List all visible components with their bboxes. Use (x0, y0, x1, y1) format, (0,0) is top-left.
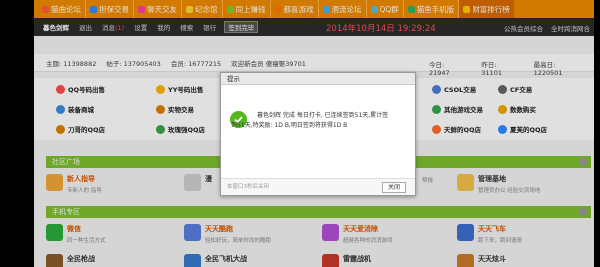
dialog-countdown: 本窗口3秒后关闭 (227, 184, 269, 190)
dialog-message-line2: 到51天,特奖励: 1D B,明日签到将获得1D B (231, 122, 348, 129)
dialog-footer: 本窗口3秒后关闭 关闭 (221, 178, 415, 195)
dialog-message-line1: 暮色剑辉 完成 每日打卡, 已连续签到51天,累计签 (257, 112, 389, 119)
checkin-dialog: 提示 暮色剑辉 完成 每日打卡, 已连续签到51天,累计签 到51天,特奖励: … (220, 72, 416, 196)
dialog-message: 暮色剑辉 完成 每日打卡, 已连续签到51天,累计签 到51天,特奖励: 1D … (231, 111, 407, 131)
close-button[interactable]: 关闭 (382, 182, 406, 193)
dialog-title: 提示 (221, 73, 415, 85)
